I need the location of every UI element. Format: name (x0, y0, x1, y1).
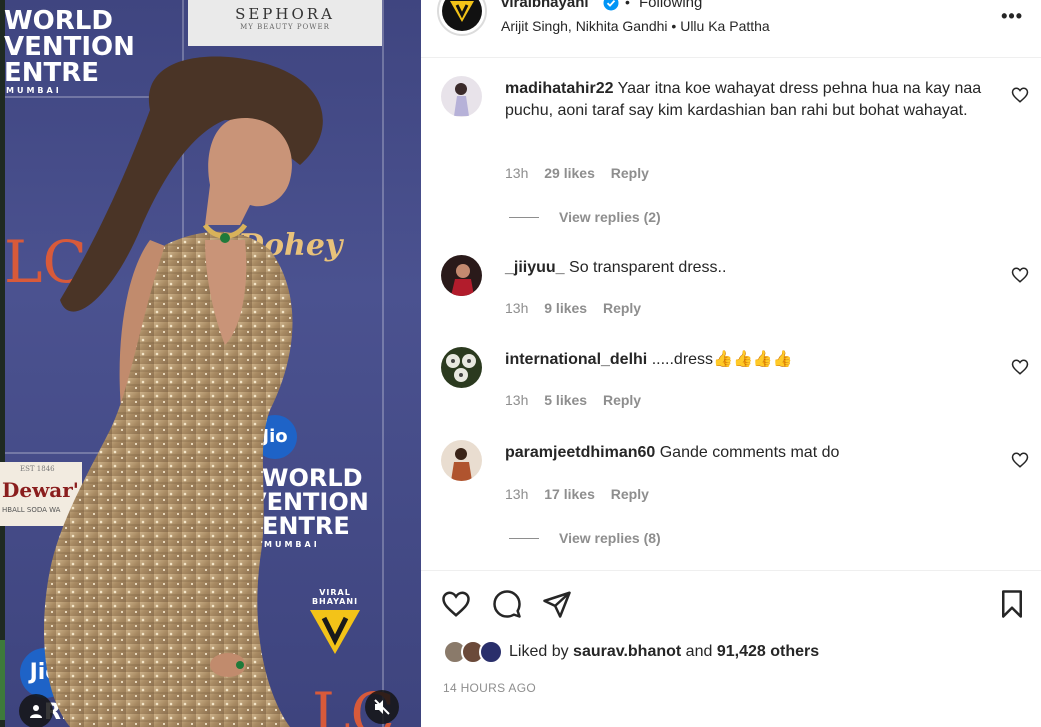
comment-username[interactable]: madihatahir22 (505, 80, 613, 97)
share-icon[interactable] (542, 589, 572, 619)
comment-likes[interactable]: 29 likes (544, 165, 595, 181)
watermark-text: VIRAL BHAYANI (311, 588, 359, 606)
liker-avatar[interactable] (479, 640, 503, 664)
comment-meta: 13h 9 likes Reply (505, 300, 653, 316)
liked-by-text: Liked by saurav.bhanot and 91,428 others (509, 643, 819, 661)
comment-text: .....dress👍👍👍👍 (651, 351, 793, 368)
author-username[interactable]: viralbhayani (501, 0, 589, 11)
like-comment-icon[interactable] (1011, 451, 1029, 469)
comment-time: 13h (505, 300, 529, 316)
reply-button[interactable]: Reply (611, 486, 649, 502)
comment-meta: 13h 29 likes Reply (505, 165, 661, 181)
view-replies-label: View replies (8) (559, 530, 661, 546)
post-header: viralbhayani • Following Arijit Singh, N… (421, 0, 1041, 58)
comment-time: 13h (505, 392, 529, 408)
comment-likes[interactable]: 5 likes (544, 392, 587, 408)
commenter-avatar[interactable] (441, 440, 482, 481)
comment-text: Gande comments mat do (659, 444, 840, 461)
author-avatar[interactable] (437, 0, 487, 36)
like-comment-icon[interactable] (1011, 266, 1029, 284)
comment-body: paramjeetdhiman60 Gande comments mat do (505, 442, 995, 464)
comment-meta: 13h 17 likes Reply (505, 486, 661, 502)
liked-by-others[interactable]: 91,428 others (717, 643, 819, 660)
comment-likes[interactable]: 17 likes (544, 486, 595, 502)
save-bookmark-icon[interactable] (997, 589, 1027, 619)
replies-divider (509, 537, 539, 539)
comment-body: _jiiyuu_ So transparent dress.. (505, 257, 995, 279)
mute-toggle-button[interactable] (365, 690, 399, 724)
liked-by-and: and (685, 643, 713, 660)
viral-bhayani-logo-icon (450, 1, 474, 22)
like-comment-icon[interactable] (1011, 86, 1029, 104)
comment-meta: 13h 5 likes Reply (505, 392, 653, 408)
post-timestamp[interactable]: 14 HOURS AGO (443, 681, 536, 695)
commenter-avatar[interactable] (441, 347, 482, 388)
comment-username[interactable]: _jiiyuu_ (505, 259, 565, 276)
like-comment-icon[interactable] (1011, 358, 1029, 376)
post-media[interactable]: WORLD VENTION ENTRE MUMBAI SEPHORA MY BE… (0, 0, 421, 727)
header-separator: • (625, 0, 630, 10)
comment-likes[interactable]: 9 likes (544, 300, 587, 316)
comment-time: 13h (505, 486, 529, 502)
comment-username[interactable]: paramjeetdhiman60 (505, 444, 655, 461)
comment-body: international_delhi .....dress👍👍👍👍 (505, 349, 995, 371)
liked-by-row: Liked by saurav.bhanot and 91,428 others (443, 640, 819, 664)
viral-bhayani-watermark: VIRAL BHAYANI (302, 588, 368, 660)
audio-attribution[interactable]: Arijit Singh, Nikhita Gandhi • Ullu Ka P… (501, 18, 770, 34)
comment-body: madihatahir22 Yaar itna koe wahayat dres… (505, 78, 995, 122)
muted-icon (374, 699, 390, 715)
replies-divider (509, 216, 539, 218)
view-replies-label: View replies (2) (559, 209, 661, 225)
person-icon (30, 705, 42, 718)
view-replies-button[interactable]: View replies (2) (509, 209, 661, 225)
reply-button[interactable]: Reply (611, 165, 649, 181)
like-icon[interactable] (441, 589, 471, 619)
more-options-icon[interactable]: ••• (1001, 6, 1023, 27)
liked-by-user[interactable]: saurav.bhanot (573, 643, 681, 660)
commenter-avatar[interactable] (441, 255, 482, 296)
comment-time: 13h (505, 165, 529, 181)
following-button[interactable]: Following (639, 0, 702, 11)
reply-button[interactable]: Reply (603, 300, 641, 316)
reply-button[interactable]: Reply (603, 392, 641, 408)
comment-icon[interactable] (492, 589, 522, 619)
comment-text: So transparent dress.. (569, 259, 727, 276)
post-action-bar (421, 570, 1041, 638)
tagged-users-button[interactable] (19, 694, 53, 727)
liked-by-prefix: Liked by (509, 643, 569, 660)
view-replies-button[interactable]: View replies (8) (509, 530, 661, 546)
verified-badge-icon (603, 0, 619, 11)
commenter-avatar[interactable] (441, 76, 482, 117)
watermark-v-icon (310, 610, 360, 654)
post-details-panel: viralbhayani • Following Arijit Singh, N… (421, 0, 1041, 727)
comment-username[interactable]: international_delhi (505, 351, 647, 368)
